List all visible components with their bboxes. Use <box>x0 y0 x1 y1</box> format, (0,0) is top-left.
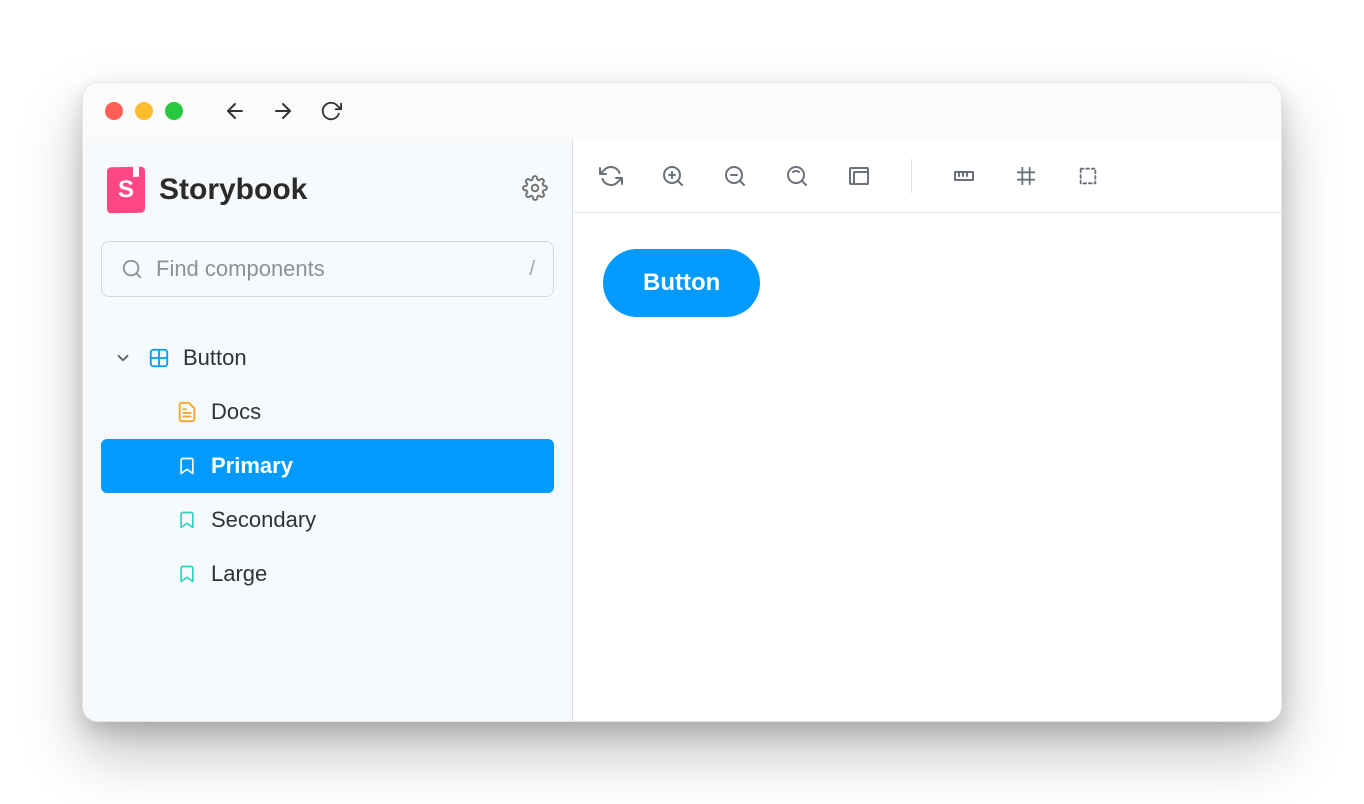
brand-name: Storybook <box>159 173 307 207</box>
bookmark-icon <box>175 562 199 586</box>
search-shortcut-hint: / <box>529 258 535 281</box>
search-icon <box>120 257 144 281</box>
zoom-in-button[interactable] <box>659 162 687 190</box>
demo-button[interactable]: Button <box>603 249 760 317</box>
component-icon <box>147 346 171 370</box>
content-area: S Storybook / <box>83 139 1281 721</box>
bookmark-icon <box>175 508 199 532</box>
close-window-button[interactable] <box>105 102 123 120</box>
outline-button[interactable] <box>1074 162 1102 190</box>
grid-button[interactable] <box>1012 162 1040 190</box>
settings-button[interactable] <box>522 175 548 206</box>
window-controls <box>105 102 183 120</box>
document-icon <box>175 400 199 424</box>
tree-item-label: Docs <box>211 399 261 425</box>
tree-item-docs[interactable]: Docs <box>101 385 554 439</box>
minimize-window-button[interactable] <box>135 102 153 120</box>
back-button[interactable] <box>221 97 249 125</box>
tree-item-primary[interactable]: Primary <box>101 439 554 493</box>
tree-item-label: Secondary <box>211 507 316 533</box>
search-input[interactable] <box>156 256 517 282</box>
zoom-out-button[interactable] <box>721 162 749 190</box>
titlebar <box>83 83 1281 139</box>
tree-item-large[interactable]: Large <box>101 547 554 601</box>
tree-item-label: Primary <box>211 453 293 479</box>
reload-button[interactable] <box>317 97 345 125</box>
tree-item-secondary[interactable]: Secondary <box>101 493 554 547</box>
app-window: S Storybook / <box>82 82 1282 722</box>
maximize-window-button[interactable] <box>165 102 183 120</box>
chevron-down-icon <box>111 346 135 370</box>
forward-button[interactable] <box>269 97 297 125</box>
main-panel: Button <box>573 139 1281 721</box>
canvas-toolbar <box>573 139 1281 213</box>
tree-component-label: Button <box>183 345 247 371</box>
zoom-reset-button[interactable] <box>783 162 811 190</box>
tree-component-button[interactable]: Button <box>101 331 554 385</box>
toolbar-divider <box>911 159 912 193</box>
component-tree: Button Docs Primary <box>101 331 554 601</box>
measure-button[interactable] <box>950 162 978 190</box>
brand-header: S Storybook <box>101 167 554 213</box>
tree-item-label: Large <box>211 561 267 587</box>
preview-canvas: Button <box>573 213 1281 721</box>
remount-button[interactable] <box>597 162 625 190</box>
logo-letter: S <box>118 176 134 204</box>
sidebar: S Storybook / <box>83 139 573 721</box>
bookmark-icon <box>175 454 199 478</box>
viewport-button[interactable] <box>845 162 873 190</box>
storybook-logo-icon: S <box>107 167 145 214</box>
search-box[interactable]: / <box>101 241 554 297</box>
